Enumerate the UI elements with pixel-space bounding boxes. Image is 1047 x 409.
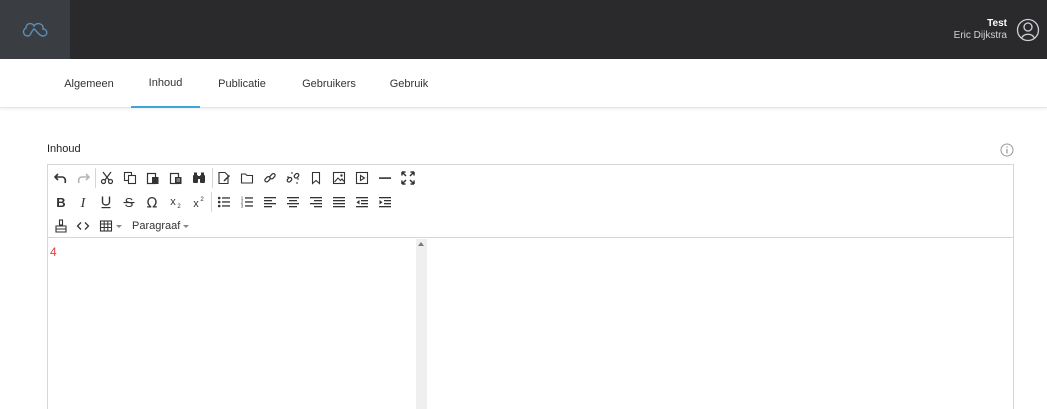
user-avatar-icon[interactable]: [1015, 17, 1041, 43]
svg-text:I: I: [80, 196, 87, 209]
svg-text:Ω: Ω: [147, 196, 158, 210]
subscript-icon[interactable]: x2: [165, 192, 185, 212]
format-dropdown-label: Paragraaf: [132, 220, 181, 232]
field-label: Inhoud: [47, 143, 81, 155]
cloud-logo-icon: [22, 22, 48, 37]
align-left-icon[interactable]: [260, 192, 280, 212]
scroll-up-arrow-icon[interactable]: [418, 242, 424, 246]
link-icon[interactable]: [260, 168, 280, 188]
tab-publicatie[interactable]: Publicatie: [200, 59, 284, 108]
find-icon[interactable]: [189, 168, 209, 188]
tab-inhoud[interactable]: Inhoud: [131, 59, 200, 108]
user-account-label: Test: [987, 17, 1007, 29]
user-menu[interactable]: Test Eric Dijkstra: [954, 0, 1047, 59]
chevron-down-icon: [183, 224, 190, 228]
unlink-icon[interactable]: [283, 168, 303, 188]
logo[interactable]: [0, 0, 70, 59]
paste-text-icon[interactable]: [166, 168, 186, 188]
svg-text:3: 3: [241, 204, 244, 209]
bold-icon[interactable]: B: [51, 192, 71, 212]
svg-text:x: x: [193, 198, 199, 209]
tab-gebruikers[interactable]: Gebruikers: [284, 59, 374, 108]
svg-text:x: x: [170, 196, 176, 208]
italic-icon[interactable]: I: [73, 192, 93, 212]
top-bar: Test Eric Dijkstra: [0, 0, 1047, 59]
editor-scrollbar[interactable]: [416, 239, 427, 409]
source-content: 4: [50, 245, 57, 259]
special-char-icon[interactable]: Ω: [142, 192, 162, 212]
superscript-icon[interactable]: x2: [188, 192, 208, 212]
undo-icon[interactable]: [51, 168, 71, 188]
toolbar-separator: [211, 192, 212, 212]
align-justify-icon[interactable]: [329, 192, 349, 212]
media-icon[interactable]: [352, 168, 372, 188]
image-icon[interactable]: [329, 168, 349, 188]
toolbar-separator: [95, 168, 96, 188]
fullscreen-icon[interactable]: [398, 168, 418, 188]
bullet-list-icon[interactable]: [214, 192, 234, 212]
indent-icon[interactable]: [375, 192, 395, 212]
underline-icon[interactable]: [96, 192, 116, 212]
format-dropdown[interactable]: Paragraaf: [132, 216, 190, 236]
align-center-icon[interactable]: [283, 192, 303, 212]
tab-gebruik[interactable]: Gebruik: [374, 59, 444, 108]
numbered-list-icon[interactable]: 123: [237, 192, 257, 212]
tab-bar: Algemeen Inhoud Publicatie Gebruikers Ge…: [0, 59, 1047, 108]
copy-icon[interactable]: [120, 168, 140, 188]
horizontal-rule-icon[interactable]: [375, 168, 395, 188]
redo-icon[interactable]: [73, 168, 93, 188]
svg-text:B: B: [56, 195, 65, 209]
cut-icon[interactable]: [97, 168, 117, 188]
clear-format-icon[interactable]: [51, 216, 71, 236]
toolbar-separator: [212, 168, 213, 188]
chevron-down-icon: [115, 224, 122, 228]
bookmark-icon[interactable]: [306, 168, 326, 188]
tab-algemeen[interactable]: Algemeen: [47, 59, 131, 108]
align-right-icon[interactable]: [306, 192, 326, 212]
code-icon[interactable]: [73, 216, 93, 236]
svg-text:2: 2: [200, 197, 204, 203]
info-icon[interactable]: [1000, 143, 1014, 157]
rich-text-editor: B I S Ω x2 x2 1: [47, 164, 1014, 409]
open-folder-icon[interactable]: [237, 168, 257, 188]
table-icon[interactable]: [97, 216, 123, 236]
editor-toolbar: B I S Ω x2 x2 1: [48, 165, 1013, 238]
preview-pane[interactable]: [428, 239, 1013, 409]
new-document-icon[interactable]: [214, 168, 234, 188]
paste-icon[interactable]: [143, 168, 163, 188]
strikethrough-icon[interactable]: S: [119, 192, 139, 212]
user-name: Eric Dijkstra: [953, 29, 1007, 41]
source-editor-pane[interactable]: 4: [48, 239, 416, 409]
outdent-icon[interactable]: [352, 192, 372, 212]
svg-text:2: 2: [177, 204, 181, 209]
